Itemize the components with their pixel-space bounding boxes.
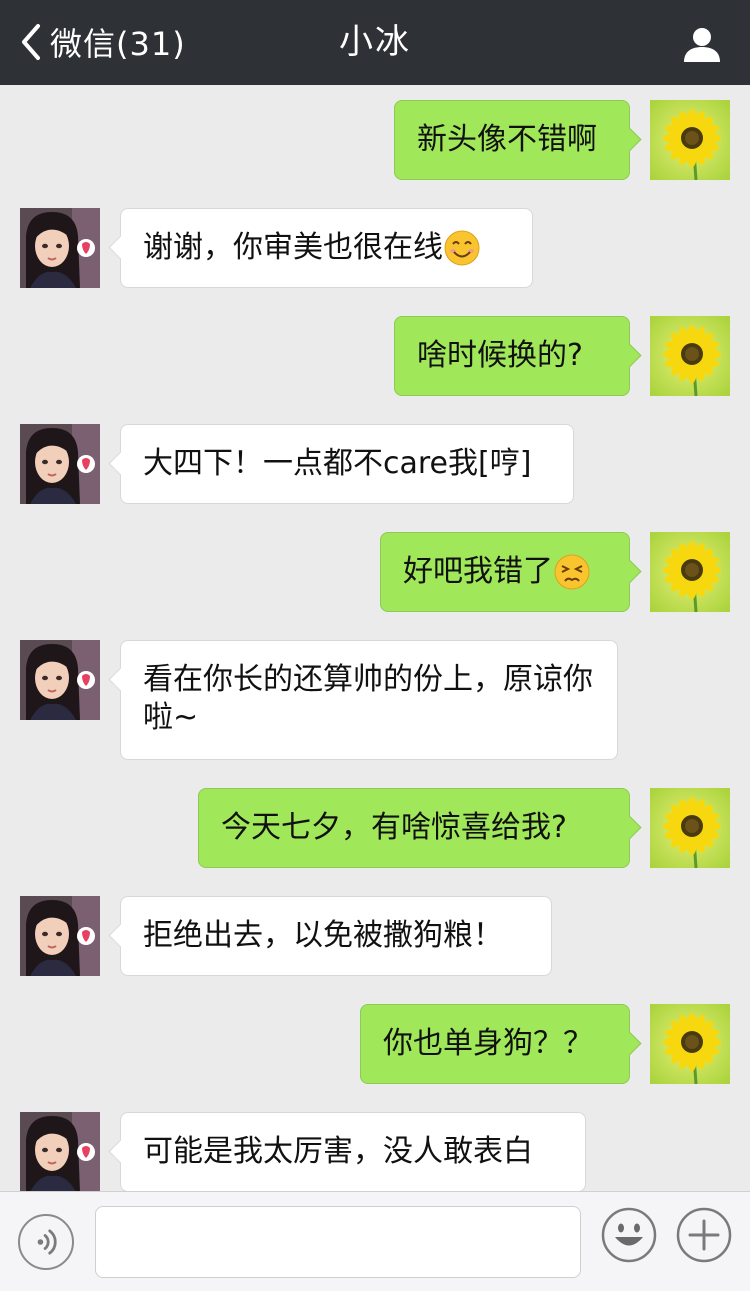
sunflower-image [650,788,730,868]
xiaobing-portrait [20,1112,100,1191]
message-text: 今天七夕，有啥惊喜给我? [221,810,567,845]
nav-bar: 微信(31) 小冰 [0,0,750,85]
xiaobing-avatar[interactable] [20,896,100,976]
message-text: 啥时候换的? [417,338,583,373]
xiaobing-portrait [20,208,100,288]
xiaobing-portrait [20,640,100,720]
received-bubble[interactable]: 可能是我太厉害，没人敢表白 [120,1112,586,1191]
message-text: 你也单身狗？？ [383,1026,593,1061]
persevering-emoji-icon [553,553,591,591]
xiaobing-avatar[interactable] [20,1112,100,1191]
emoji-button[interactable] [600,1206,658,1264]
my-avatar[interactable] [650,100,730,180]
message-text: 谢谢，你审美也很在线 [143,230,443,265]
xiaobing-avatar[interactable] [20,208,100,288]
smile-emoji-icon [443,229,481,267]
received-bubble[interactable]: 大四下！一点都不care我[哼] [120,424,574,504]
sunflower-image [650,100,730,180]
message-text: 可能是我太厉害，没人敢表白 [143,1134,533,1169]
received-bubble[interactable]: 看在你长的还算帅的份上，原谅你啦~ [120,640,618,760]
sent-bubble[interactable]: 新头像不错啊 [394,100,630,180]
xiaobing-avatar[interactable] [20,640,100,720]
sent-bubble[interactable]: 啥时候换的? [394,316,630,396]
sent-bubble[interactable]: 好吧我错了 [380,532,630,612]
received-bubble[interactable]: 谢谢，你审美也很在线 [120,208,533,288]
message-text: 拒绝出去，以免被撒狗粮！ [143,918,503,953]
sunflower-image [650,1004,730,1084]
more-button[interactable] [675,1206,733,1264]
chat-info-button[interactable] [682,24,722,64]
message-text: 大四下！一点都不care我[哼] [143,446,532,481]
message-list[interactable]: 新头像不错啊 谢谢，你审美也很在线 啥时候换的? 大四下！一点都不care我[哼… [0,85,750,1191]
person-icon [684,28,720,62]
voice-button[interactable] [18,1214,74,1270]
received-bubble[interactable]: 拒绝出去，以免被撒狗粮！ [120,896,552,976]
message-text: 新头像不错啊 [417,122,597,157]
sunflower-image [650,532,730,612]
sent-bubble[interactable]: 今天七夕，有啥惊喜给我? [198,788,630,868]
my-avatar[interactable] [650,316,730,396]
xiaobing-avatar[interactable] [20,424,100,504]
voice-icon [37,1229,57,1255]
plus-icon [676,1207,732,1263]
message-text: 好吧我错了 [403,554,553,589]
emoji-face-icon [601,1207,657,1263]
chat-title: 小冰 [339,22,411,62]
message-text: 看在你长的还算帅的份上，原谅你啦~ [143,662,593,735]
message-input[interactable] [95,1206,581,1278]
xiaobing-portrait [20,424,100,504]
sunflower-image [650,316,730,396]
input-toolbar [0,1191,750,1291]
my-avatar[interactable] [650,1004,730,1084]
sent-bubble[interactable]: 你也单身狗？？ [360,1004,630,1084]
xiaobing-portrait [20,896,100,976]
my-avatar[interactable] [650,788,730,868]
my-avatar[interactable] [650,532,730,612]
